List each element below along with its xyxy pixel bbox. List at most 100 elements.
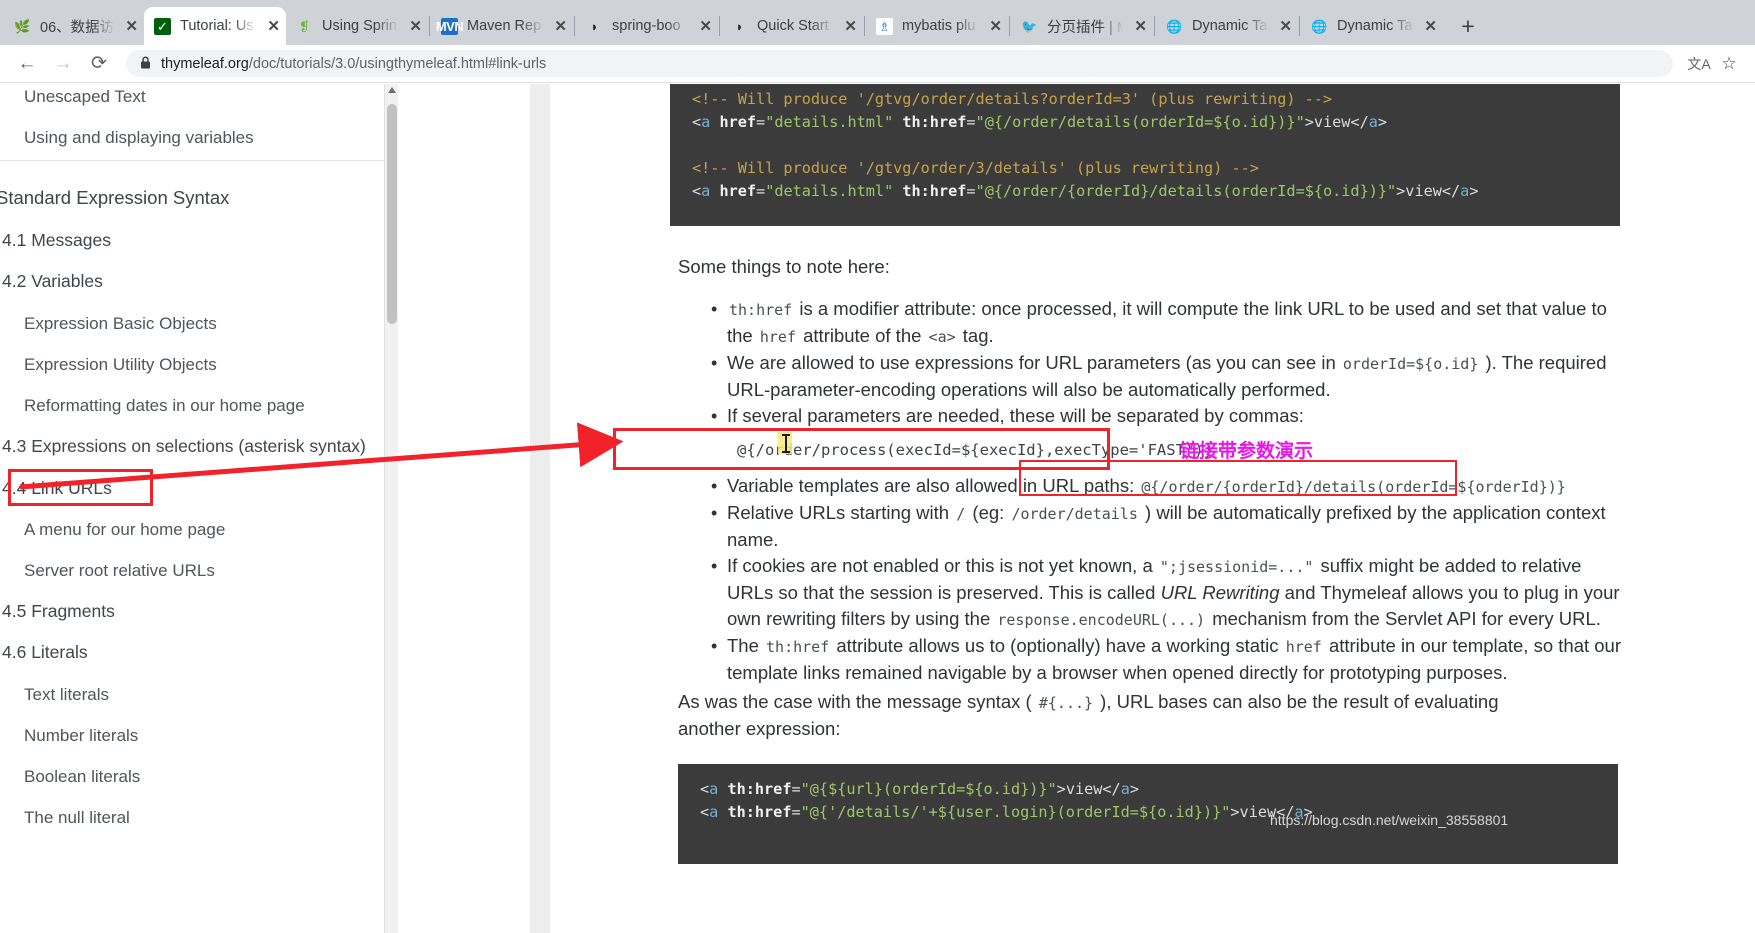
text-caret bbox=[782, 434, 790, 453]
notes-bullet-list: th:href is a modifier attribute: once pr… bbox=[705, 296, 1625, 686]
toc-item[interactable]: 4.5 Fragments bbox=[2, 602, 115, 621]
tab-separator bbox=[1299, 16, 1300, 36]
tab-strip: 🌿 06、数据访 ✕ ✓ Tutorial: Us ✕ ❡ Using Sprin ✕ MVN Ma… bbox=[0, 0, 1755, 45]
url-host: thymeleaf.org bbox=[161, 55, 249, 72]
watermark-text: https://blog.csdn.net/weixin_38558801 bbox=[1270, 812, 1509, 828]
browser-tab[interactable]: 🐦 分页插件 | M ✕ bbox=[1011, 7, 1153, 45]
tab-separator bbox=[574, 16, 575, 36]
bird-icon: 🐦 bbox=[1021, 18, 1038, 34]
inline-code: th:href bbox=[729, 301, 793, 319]
address-bar[interactable]: thymeleaf.org/doc/tutorials/3.0/usingthy… bbox=[126, 50, 1673, 77]
forward-button[interactable]: → bbox=[48, 49, 78, 79]
table-of-contents-sidebar: Unescaped Text Using and displaying varia… bbox=[0, 84, 398, 933]
toc-item[interactable]: 4.6 Literals bbox=[2, 643, 88, 662]
page-viewport: Unescaped Text Using and displaying varia… bbox=[0, 84, 1755, 933]
browser-toolbar: ← → ⟳ thymeleaf.org/doc/tutorials/3.0/us… bbox=[0, 45, 1755, 83]
translate-icon[interactable]: 文A bbox=[1685, 50, 1713, 78]
lock-icon bbox=[140, 56, 151, 72]
close-icon[interactable]: ✕ bbox=[844, 19, 857, 34]
scroll-up-arrow-icon[interactable] bbox=[388, 87, 396, 93]
close-icon[interactable]: ✕ bbox=[125, 19, 138, 34]
sidebar-scrollbar-thumb[interactable] bbox=[387, 104, 397, 324]
bullet-item: Relative URLs starting with / (eg: /orde… bbox=[711, 500, 1625, 553]
content-left-margin bbox=[530, 84, 550, 933]
toc-item[interactable]: Standard Expression Syntax bbox=[0, 188, 229, 208]
bullet-item: Variable templates are also allowed in U… bbox=[711, 473, 1625, 500]
toc-item[interactable]: 4.1 Messages bbox=[2, 231, 111, 250]
main-content: <!-- Will produce '/gtvg/order/details?o… bbox=[530, 84, 1755, 933]
code-block-top: <!-- Will produce '/gtvg/order/details?o… bbox=[670, 84, 1620, 226]
tab-title: Using Sprin bbox=[322, 18, 397, 34]
closing-paragraph: As was the case with the message syntax … bbox=[678, 691, 1499, 739]
tab-separator bbox=[1009, 16, 1010, 36]
github-icon: ◗ bbox=[735, 18, 744, 34]
toc-item[interactable]: Using and displaying variables bbox=[24, 129, 254, 146]
back-button[interactable]: ← bbox=[12, 49, 42, 79]
maven-icon: MVN bbox=[435, 17, 464, 35]
tab-title: spring-boo bbox=[612, 18, 681, 34]
browser-tab[interactable]: ♗ mybatis plu ✕ bbox=[866, 7, 1008, 45]
toc-item[interactable]: Text literals bbox=[24, 686, 109, 703]
thymeleaf-icon: ✓ bbox=[154, 17, 171, 35]
inline-code: /order/details bbox=[1011, 505, 1138, 523]
browser-tab[interactable]: 🌐 Dynamic Ta ✕ bbox=[1156, 7, 1298, 45]
tab-title: 06、数据访 bbox=[40, 19, 115, 36]
globe-icon: 🌐 bbox=[1166, 18, 1183, 34]
browser-tab[interactable]: ◗ spring-boo ✕ bbox=[576, 7, 718, 45]
magenta-annotation-label: 链接带参数演示 bbox=[1180, 441, 1314, 462]
tab-title: mybatis plu bbox=[902, 18, 976, 34]
inline-code: href bbox=[759, 328, 796, 346]
bullet-item: If several parameters are needed, these … bbox=[711, 403, 1625, 429]
close-icon[interactable]: ✕ bbox=[554, 19, 567, 34]
browser-tab[interactable]: 🌐 Dynamic Ta ✕ bbox=[1301, 7, 1443, 45]
tab-title: Quick Start bbox=[757, 18, 829, 34]
bookmark-star-icon[interactable]: ☆ bbox=[1715, 50, 1743, 78]
browser-tab[interactable]: ◗ Quick Start ✕ bbox=[721, 7, 863, 45]
new-tab-button[interactable]: + bbox=[1451, 9, 1485, 43]
tab-title: Tutorial: Us bbox=[180, 18, 254, 34]
inline-code: response.encodeURL(...) bbox=[997, 611, 1206, 629]
browser-tab[interactable]: ✓ Tutorial: Us ✕ bbox=[144, 7, 286, 45]
toc-item[interactable]: Server root relative URLs bbox=[24, 562, 215, 579]
toc-item[interactable]: Expression Basic Objects bbox=[24, 315, 217, 332]
close-icon[interactable]: ✕ bbox=[409, 19, 422, 34]
bullet-item: If cookies are not enabled or this is no… bbox=[711, 553, 1625, 633]
tab-separator bbox=[864, 16, 865, 36]
browser-tab[interactable]: 🌿 06、数据访 ✕ bbox=[4, 7, 144, 45]
toc-item[interactable]: 4.2 Variables bbox=[2, 272, 103, 291]
browser-window: 🌿 06、数据访 ✕ ✓ Tutorial: Us ✕ ❡ Using Sprin ✕ MVN Ma… bbox=[0, 0, 1755, 933]
browser-tab[interactable]: MVN Maven Rep ✕ bbox=[431, 7, 573, 45]
close-icon[interactable]: ✕ bbox=[1424, 19, 1437, 34]
page-gutter bbox=[398, 84, 822, 933]
close-icon[interactable]: ✕ bbox=[1134, 19, 1147, 34]
toc-item[interactable]: Boolean literals bbox=[24, 768, 140, 785]
github-icon: ◗ bbox=[590, 18, 599, 34]
browser-tab[interactable]: ❡ Using Sprin ✕ bbox=[286, 7, 428, 45]
reload-button[interactable]: ⟳ bbox=[84, 49, 114, 79]
toc-item[interactable]: Number literals bbox=[24, 727, 138, 744]
toc-divider bbox=[0, 160, 398, 161]
expression-row: @{/order/process(execId=${execId},execTy… bbox=[727, 437, 1625, 463]
toc-item[interactable]: 4.3 Expressions on selections (asterisk … bbox=[2, 437, 366, 456]
inline-code: th:href bbox=[766, 638, 830, 656]
inline-code: <a> bbox=[928, 328, 956, 346]
sidebar-scrollbar-track[interactable] bbox=[384, 84, 398, 933]
toc-item[interactable]: 4.4 Link URLs bbox=[2, 479, 112, 498]
globe-icon: 🌐 bbox=[1311, 18, 1328, 34]
toc-item[interactable]: Reformatting dates in our home page bbox=[24, 397, 305, 414]
mybatis-icon: ♗ bbox=[876, 17, 893, 35]
tab-title: Dynamic Ta bbox=[1192, 18, 1268, 34]
close-icon[interactable]: ✕ bbox=[989, 19, 1002, 34]
toc-item[interactable]: The null literal bbox=[24, 809, 130, 826]
toc-item[interactable]: Unescaped Text bbox=[24, 88, 146, 105]
toc-item[interactable]: A menu for our home page bbox=[24, 521, 225, 538]
inline-code: orderId=${o.id} bbox=[1342, 355, 1479, 373]
tab-title: Maven Rep bbox=[467, 18, 542, 34]
intro-paragraph: Some things to note here: bbox=[678, 256, 890, 277]
close-icon[interactable]: ✕ bbox=[1279, 19, 1292, 34]
tab-title: 分页插件 | M bbox=[1047, 19, 1125, 36]
close-icon[interactable]: ✕ bbox=[699, 19, 712, 34]
toc-item[interactable]: Expression Utility Objects bbox=[24, 356, 217, 373]
url-path: /doc/tutorials/3.0/usingthymeleaf.html#l… bbox=[248, 55, 547, 72]
close-icon[interactable]: ✕ bbox=[267, 19, 280, 34]
